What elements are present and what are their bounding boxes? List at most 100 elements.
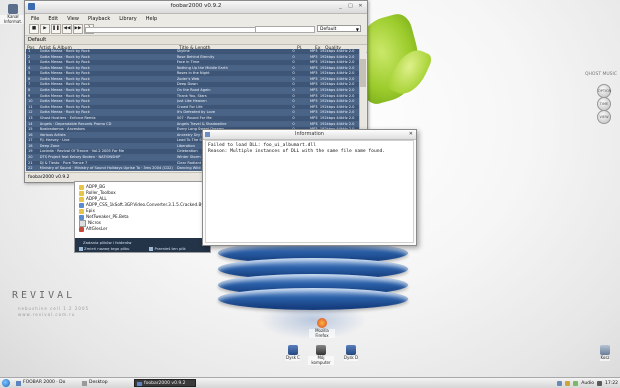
playlist-cell-artist: P.J. Harvey · Live: [39, 138, 70, 143]
playlist-cell-pos: 15: [28, 127, 33, 132]
clock[interactable]: 17:22: [605, 381, 618, 386]
foobar-toolbar: ■ ▶ ❚❚ ◀◀ ▶▶ ? Default ▼: [25, 23, 367, 36]
rename-file-label: Zmień nazwę tego pliku: [84, 246, 130, 251]
scrollbar-thumb[interactable]: [360, 59, 366, 87]
playlist-cell-pl: 0: [292, 104, 295, 109]
previous-button[interactable]: ◀◀: [62, 24, 72, 34]
close-icon[interactable]: ✕: [409, 131, 413, 137]
dialog-titlebar[interactable]: Information ✕: [203, 130, 416, 140]
desktop-icon-label: Mozilla Firefox: [309, 328, 335, 338]
file-tasks-panel: Zadania plików i folderów Zmień nazwę te…: [75, 238, 210, 252]
menu-playback[interactable]: Playback: [88, 16, 110, 22]
close-icon[interactable]: ✕: [357, 3, 364, 10]
tray-icon[interactable]: [565, 380, 571, 386]
playlist-cell-qual: 192kbps 44kHz 2.0: [319, 49, 355, 53]
gadget-time-button[interactable]: TIME: [597, 97, 611, 111]
playlist-cell-title: Crowd For Life: [176, 104, 203, 109]
playlist-cell-qual: 192kbps 44kHz 2.0: [319, 99, 355, 104]
menu-library[interactable]: Library: [119, 16, 136, 22]
menu-help[interactable]: Help: [146, 16, 157, 22]
playlist-cell-ex: MP3: [310, 49, 318, 53]
menu-edit[interactable]: Edit: [48, 16, 58, 22]
playlist-cell-artist: Gotta Meeza · Rock by Rock: [39, 71, 90, 76]
folder-icon: [79, 190, 84, 196]
playlist-cell-pl: 0: [292, 93, 295, 98]
desktop-icon-drive-c[interactable]: Dysk C: [280, 345, 306, 361]
file-item[interactable]: AltGlesLer: [79, 226, 107, 232]
pause-button[interactable]: ❚❚: [51, 24, 61, 34]
playlist-cell-artist: Angels · Dependable Records Promo CD: [39, 121, 112, 126]
playlist-cell-ex: MP3: [310, 93, 318, 98]
playlist-cell-title: Skyline: [176, 49, 190, 53]
stop-button[interactable]: ■: [29, 24, 39, 34]
playlist-cell-artist: Ministry of Sound · Ministry of Sound Ho…: [39, 166, 173, 171]
desktop-icon-label: Kosz: [600, 355, 610, 361]
desktop-icon-drive-d[interactable]: Dysk D: [338, 345, 364, 361]
next-button[interactable]: ▶▶: [73, 24, 83, 34]
tray-icon[interactable]: [557, 380, 563, 386]
volume-slider[interactable]: [255, 26, 315, 33]
brand-subtitle: nebushine cell 1.2 2005: [18, 306, 90, 311]
start-button[interactable]: [2, 379, 10, 387]
desktop-icon-network[interactable]: Kanał Informat.: [0, 4, 26, 24]
playlist-cell-pos: 22: [28, 166, 33, 171]
playlist-cell-qual: 192kbps 44kHz 2.0: [319, 82, 355, 87]
playlist-cell-pos: 7: [28, 82, 31, 87]
playlist-cell-artist: Deep Zone: [39, 143, 60, 148]
playlist-cell-pl: 0: [292, 49, 295, 53]
playlist-selector[interactable]: Default ▼: [317, 25, 361, 32]
playlist-cell-title: Zoder's Web: [176, 76, 200, 81]
tray-icon[interactable]: [573, 380, 579, 386]
playlist-cell-qual: 192kbps 44kHz 2.0: [319, 54, 355, 59]
playlist-cell-pl: 0: [292, 115, 295, 120]
playlist-cell-title: On the Road Again: [176, 88, 211, 93]
playlist-cell-pl: 0: [292, 76, 295, 81]
playlist-cell-artist: Gotta Meeza · Rock by Rock: [39, 93, 90, 98]
playlist-cell-pos: 1: [28, 49, 31, 53]
brand-url: www.revival.com.ru: [18, 312, 76, 317]
volume-icon[interactable]: [597, 380, 603, 386]
explorer-file-panel: ADPP_BG Roller_Toolbox ADPP_ALL ADPP_CSS…: [74, 181, 225, 253]
gadget-view-button[interactable]: VIEW: [597, 110, 611, 124]
menu-view[interactable]: View: [67, 16, 79, 22]
firefox-icon: [317, 318, 327, 328]
playlist-cell-pos: 6: [28, 76, 31, 81]
playlist-cell-title: Roses in the Night: [176, 71, 210, 76]
playlist-cell-qual: 192kbps 44kHz 2.0: [319, 88, 355, 93]
playlist-tab-default[interactable]: Default: [25, 36, 367, 45]
taskbar-item[interactable]: FOOBAR 2000 · Do: [14, 379, 76, 387]
playlist-cell-title: Nothing Up the Middle Earth: [176, 65, 228, 70]
taskbar-item-label: Desktop: [89, 380, 108, 385]
playlist-cell-qual: 192kbps 44kHz 2.0: [319, 115, 355, 120]
playlist-cell-title: Deep Down: [176, 82, 198, 87]
playlist-cell-artist: Nostradamus · Ancestors: [39, 127, 85, 132]
playlist-cell-title: Just Like Heaven: [176, 99, 207, 104]
maximize-icon[interactable]: □: [347, 3, 354, 10]
playlist-cell-pos: 21: [28, 160, 33, 165]
playlist-cell-title: 007 · Round For Me: [176, 115, 212, 120]
playlist-cell-pos: 10: [28, 99, 33, 104]
menu-file[interactable]: File: [31, 16, 39, 22]
tray-label[interactable]: Audio: [581, 381, 594, 386]
playlist-cell-pl: 0: [292, 65, 295, 70]
playlist-cell-artist: Gotta Meeza · Rock by Rock: [39, 82, 90, 87]
taskbar-item-active[interactable]: foobar2000 v0.9.2: [134, 379, 196, 387]
playlist-selector-value: Default: [320, 27, 337, 32]
playlist-cell-artist: Gotta Meeza · Rock by Rock: [39, 110, 90, 115]
taskbar-item[interactable]: Desktop: [80, 379, 130, 387]
desktop-icon-firefox[interactable]: Mozilla Firefox: [309, 318, 335, 338]
move-file-link[interactable]: Przenieś ten plik: [149, 246, 186, 251]
minimize-icon[interactable]: _: [337, 3, 344, 10]
rename-file-link[interactable]: Zmień nazwę tego pliku: [79, 246, 129, 251]
play-button[interactable]: ▶: [40, 24, 50, 34]
seek-bar[interactable]: [85, 27, 277, 33]
desktop-icon-computer[interactable]: Mój komputer: [308, 345, 334, 365]
playlist-cell-pos: 11: [28, 104, 33, 109]
foobar-titlebar[interactable]: foobar2000 v0.9.2 _ □ ✕: [25, 1, 367, 14]
playlist-cell-pl: 0: [292, 60, 295, 65]
playlist-cell-title: Face in Time: [176, 60, 200, 65]
gadget-option-button[interactable]: OPTION: [597, 84, 611, 98]
desktop-icon-trash[interactable]: Kosz: [592, 345, 618, 361]
playlist-cell-pos: 12: [28, 110, 33, 115]
playlist-cell-ex: MP3: [310, 76, 318, 81]
